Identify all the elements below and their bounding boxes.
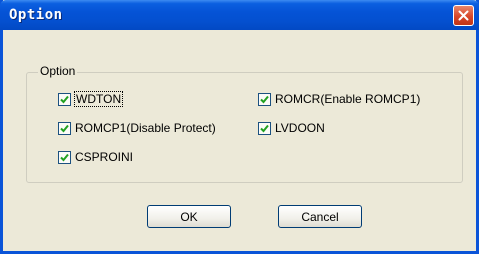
option-romcr-checkbox[interactable]: ROMCR(Enable ROMCP1) [258, 92, 420, 106]
ok-button[interactable]: OK [147, 205, 231, 228]
option-label: ROMCP1(Disable Protect) [75, 121, 216, 135]
title-bar[interactable]: Option [0, 0, 479, 30]
option-label: CSPROINI [75, 150, 134, 164]
cancel-button[interactable]: Cancel [278, 205, 362, 228]
option-label: WDTON [73, 91, 124, 107]
option-romcp1-checkbox[interactable]: ROMCP1(Disable Protect) [58, 121, 216, 135]
option-lvdoon-checkbox[interactable]: LVDOON [258, 121, 325, 135]
checkbox-checked-icon[interactable] [58, 121, 71, 135]
checkbox-checked-icon[interactable] [58, 150, 71, 164]
close-icon [458, 10, 469, 21]
option-label: ROMCR(Enable ROMCP1) [275, 92, 421, 106]
groupbox-label: Option [38, 64, 78, 78]
window-title: Option [9, 7, 63, 23]
checkbox-checked-icon[interactable] [258, 92, 271, 106]
checkbox-checked-icon[interactable] [58, 92, 71, 106]
option-label: LVDOON [275, 121, 325, 135]
option-wdton-checkbox[interactable]: WDTON [58, 91, 124, 107]
checkbox-checked-icon[interactable] [258, 121, 271, 135]
option-csproini-checkbox[interactable]: CSPROINI [58, 150, 133, 164]
close-button[interactable] [453, 5, 474, 26]
